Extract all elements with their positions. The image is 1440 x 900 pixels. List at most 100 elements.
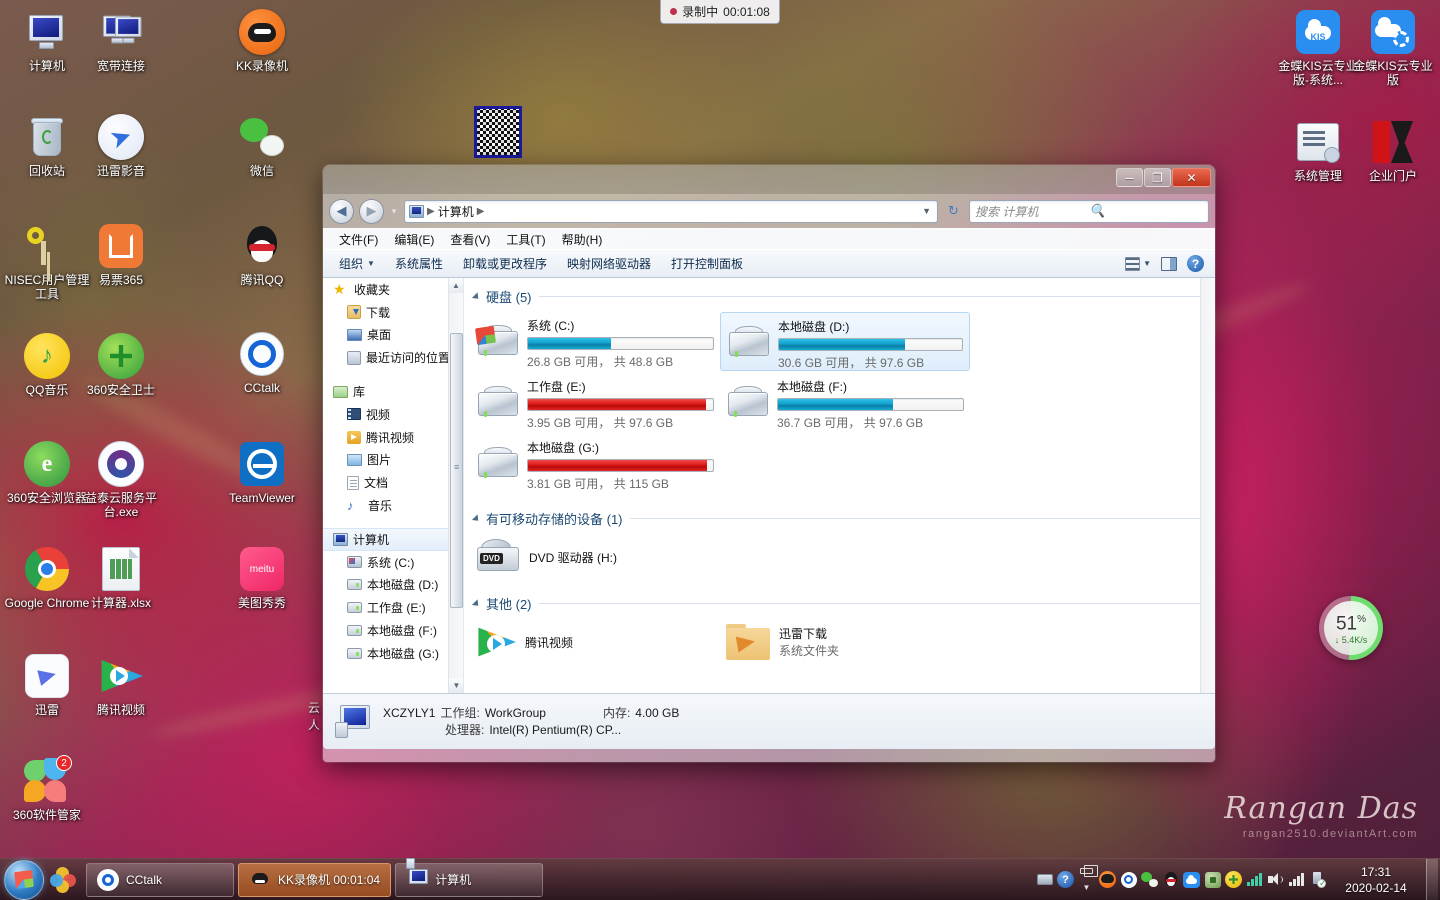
cloud-tray-icon[interactable] [1181, 868, 1202, 892]
desktop-icon-360-guard[interactable]: 360安全卫士 [78, 332, 164, 397]
network-speed-widget[interactable]: 51% ↓ 5.4K/s [1319, 596, 1383, 660]
sidebar-item-drive-e[interactable]: 工作盘 (E:) [323, 596, 463, 619]
scroll-down-arrow-icon[interactable]: ▼ [449, 678, 463, 693]
system-properties-button[interactable]: 系统属性 [385, 252, 453, 275]
section-header-other[interactable]: 其他 (2) [464, 594, 1215, 613]
360-tray-icon[interactable] [1223, 868, 1244, 892]
drive-item-f[interactable]: 本地磁盘 (F:) 36.7 GB 可用， 共 97.6 GB [720, 373, 970, 432]
forward-arrow-icon[interactable]: ▶ [359, 198, 384, 224]
taskbar[interactable]: CCtalk KK录像机 00:01:04 计算机 ? ▼ 17:31 2020… [0, 857, 1440, 900]
quicklaunch-flower-icon[interactable] [46, 866, 80, 893]
organize-button[interactable]: 组织 ▼ [329, 252, 385, 275]
desktop-icon-yitai-cloud[interactable]: 益泰云服务平台.exe [78, 440, 164, 519]
section-header-harddisks[interactable]: 硬盘 (5) [464, 287, 1215, 306]
sidebar-item-drive-c[interactable]: 系统 (C:) [323, 551, 463, 574]
start-orb-icon[interactable] [4, 859, 44, 900]
history-dropdown-icon[interactable]: ▾ [389, 206, 399, 217]
sidebar-item-videos[interactable]: 视频 [323, 403, 463, 426]
open-control-panel-button[interactable]: 打开控制面板 [661, 252, 753, 275]
clock[interactable]: 17:31 2020-02-14 [1328, 864, 1424, 896]
map-network-drive-button[interactable]: 映射网络驱动器 [557, 252, 661, 275]
desktop-icon-thunder-player[interactable]: ➤ 迅雷影音 [78, 113, 164, 178]
window-switcher-icon[interactable]: ▼ [1076, 864, 1098, 892]
menu-tools[interactable]: 工具(T) [498, 229, 553, 250]
back-arrow-icon[interactable]: ◀ [329, 198, 354, 224]
qq-tray-icon[interactable] [1160, 868, 1181, 892]
sidebar-item-tencent-video[interactable]: 腾讯视频 [323, 426, 463, 449]
sidebar-item-downloads[interactable]: 下载 [323, 301, 463, 324]
menu-edit[interactable]: 编辑(E) [386, 229, 442, 250]
sidebar-item-recent-places[interactable]: 最近访问的位置 [323, 346, 463, 369]
folder-item-tencent-video[interactable]: 腾讯视频 [470, 619, 720, 665]
help-icon[interactable]: ? [1055, 868, 1076, 892]
show-desktop-button[interactable] [1426, 858, 1438, 900]
sidebar-item-pictures[interactable]: 图片 [323, 449, 463, 472]
collapse-triangle-icon[interactable] [471, 513, 482, 524]
file-list-pane[interactable]: 硬盘 (5) 系统 (C:) 26.8 GB 可用， 共 48.8 GB 本地磁… [464, 278, 1215, 693]
drive-item-c[interactable]: 系统 (C:) 26.8 GB 可用， 共 48.8 GB [470, 312, 720, 371]
scrollbar-thumb[interactable] [450, 333, 463, 608]
desktop-icon-kingdee-kis-sys[interactable]: KIS 金蝶KIS云专业版-系统... [1275, 8, 1361, 87]
breadcrumb-computer[interactable]: 计算机 [438, 203, 474, 220]
collapse-triangle-icon[interactable] [471, 598, 482, 609]
network-signal-icon[interactable] [1244, 868, 1265, 892]
drive-item-e[interactable]: 工作盘 (E:) 3.95 GB 可用， 共 97.6 GB [470, 373, 720, 432]
desktop-icon-system-mgmt[interactable]: 系统管理 [1275, 118, 1361, 183]
sidebar-item-drive-f[interactable]: 本地磁盘 (F:) [323, 619, 463, 642]
desktop-icon-360-software[interactable]: 2 360软件管家 [4, 755, 90, 822]
desktop-icon-teamviewer[interactable]: TeamViewer [219, 440, 305, 505]
desktop-icon-yipiao365[interactable]: 易票365 [78, 222, 164, 287]
safely-remove-icon[interactable] [1307, 868, 1328, 892]
window-titlebar[interactable]: ─ ❐ ✕ [323, 165, 1215, 194]
content-scrollbar[interactable] [1200, 278, 1215, 693]
navigation-pane[interactable]: ★ 收藏夹 下载 桌面 最近访问的位置 库 视频 腾讯视频 图片 文档 ♪ 音乐… [323, 278, 464, 693]
desktop-icon-excel-file[interactable]: 计算器.xlsx [78, 545, 164, 610]
uninstall-change-program-button[interactable]: 卸载或更改程序 [453, 252, 557, 275]
sidebar-item-drive-g[interactable]: 本地磁盘 (G:) [323, 642, 463, 665]
drive-item-g[interactable]: 本地磁盘 (G:) 3.81 GB 可用， 共 115 GB [470, 434, 720, 493]
desktop-icon-enterprise-portal[interactable]: 企业门户 [1350, 118, 1436, 183]
taskbar-button-kk-recorder[interactable]: KK录像机 00:01:04 [238, 862, 392, 897]
desktop-icon-meitu[interactable]: meitu 美图秀秀 [219, 545, 305, 610]
minimize-button[interactable]: ─ [1116, 168, 1143, 187]
sidebar-group-favorites[interactable]: ★ 收藏夹 [323, 278, 463, 301]
signal-bars-icon[interactable] [1286, 868, 1307, 892]
sidebar-item-documents[interactable]: 文档 [323, 471, 463, 494]
scroll-up-arrow-icon[interactable]: ▲ [449, 278, 463, 293]
address-bar[interactable]: ▶ 计算机 ▶ ▼ [404, 199, 938, 223]
explorer-window[interactable]: ─ ❐ ✕ ◀ ▶ ▾ ▶ 计算机 ▶ ▼ ↻ 搜索 计算机 🔍 文件(F) 编… [323, 165, 1215, 762]
refresh-icon[interactable]: ↻ [943, 201, 964, 222]
taskbar-button-cctalk[interactable]: CCtalk [86, 862, 234, 897]
desktop-icon-qr-image[interactable] [455, 106, 541, 159]
preview-pane-button[interactable] [1156, 255, 1182, 273]
volume-icon[interactable] [1265, 868, 1286, 892]
folder-item-thunder-download[interactable]: 迅雷下载 系统文件夹 [720, 619, 970, 665]
section-header-removable[interactable]: 有可移动存储的设备 (1) [464, 509, 1215, 528]
sidebar-group-computer[interactable]: 计算机 [323, 527, 463, 551]
change-view-button[interactable]: ▼ [1120, 255, 1156, 273]
wechat-tray-icon[interactable] [1139, 868, 1160, 892]
sidebar-item-desktop[interactable]: 桌面 [323, 324, 463, 347]
sidebar-item-music[interactable]: ♪ 音乐 [323, 494, 463, 517]
desktop-icon-cctalk[interactable]: CCtalk [219, 330, 305, 395]
keyboard-icon[interactable] [1034, 868, 1055, 892]
cctalk-tray-icon[interactable] [1118, 868, 1139, 892]
search-input[interactable]: 搜索 计算机 🔍 [969, 199, 1209, 223]
close-button[interactable]: ✕ [1172, 168, 1211, 187]
show-hidden-icons-icon[interactable]: ▼ [1083, 883, 1091, 892]
drive-item-d[interactable]: 本地磁盘 (D:) 30.6 GB 可用， 共 97.6 GB [720, 312, 970, 371]
taskbar-button-computer[interactable]: 计算机 [395, 857, 544, 897]
security-lock-icon[interactable] [1202, 868, 1223, 892]
help-button[interactable]: ? [1182, 253, 1209, 274]
desktop-icon-qq[interactable]: 腾讯QQ [219, 222, 305, 287]
sidebar-item-drive-d[interactable]: 本地磁盘 (D:) [323, 574, 463, 597]
maximize-button[interactable]: ❐ [1144, 168, 1171, 187]
sidebar-group-libraries[interactable]: 库 [323, 380, 463, 403]
menu-file[interactable]: 文件(F) [331, 229, 386, 250]
menu-help[interactable]: 帮助(H) [554, 229, 611, 250]
menu-view[interactable]: 查看(V) [442, 229, 498, 250]
sidebar-scrollbar[interactable]: ▲ ▼ [448, 278, 463, 693]
desktop-icon-wechat[interactable]: 微信 [219, 113, 305, 178]
desktop-icon-broadband[interactable]: 宽带连接 [78, 8, 164, 73]
desktop-icon-kingdee-kis[interactable]: 金蝶KIS云专业版 [1350, 8, 1436, 87]
